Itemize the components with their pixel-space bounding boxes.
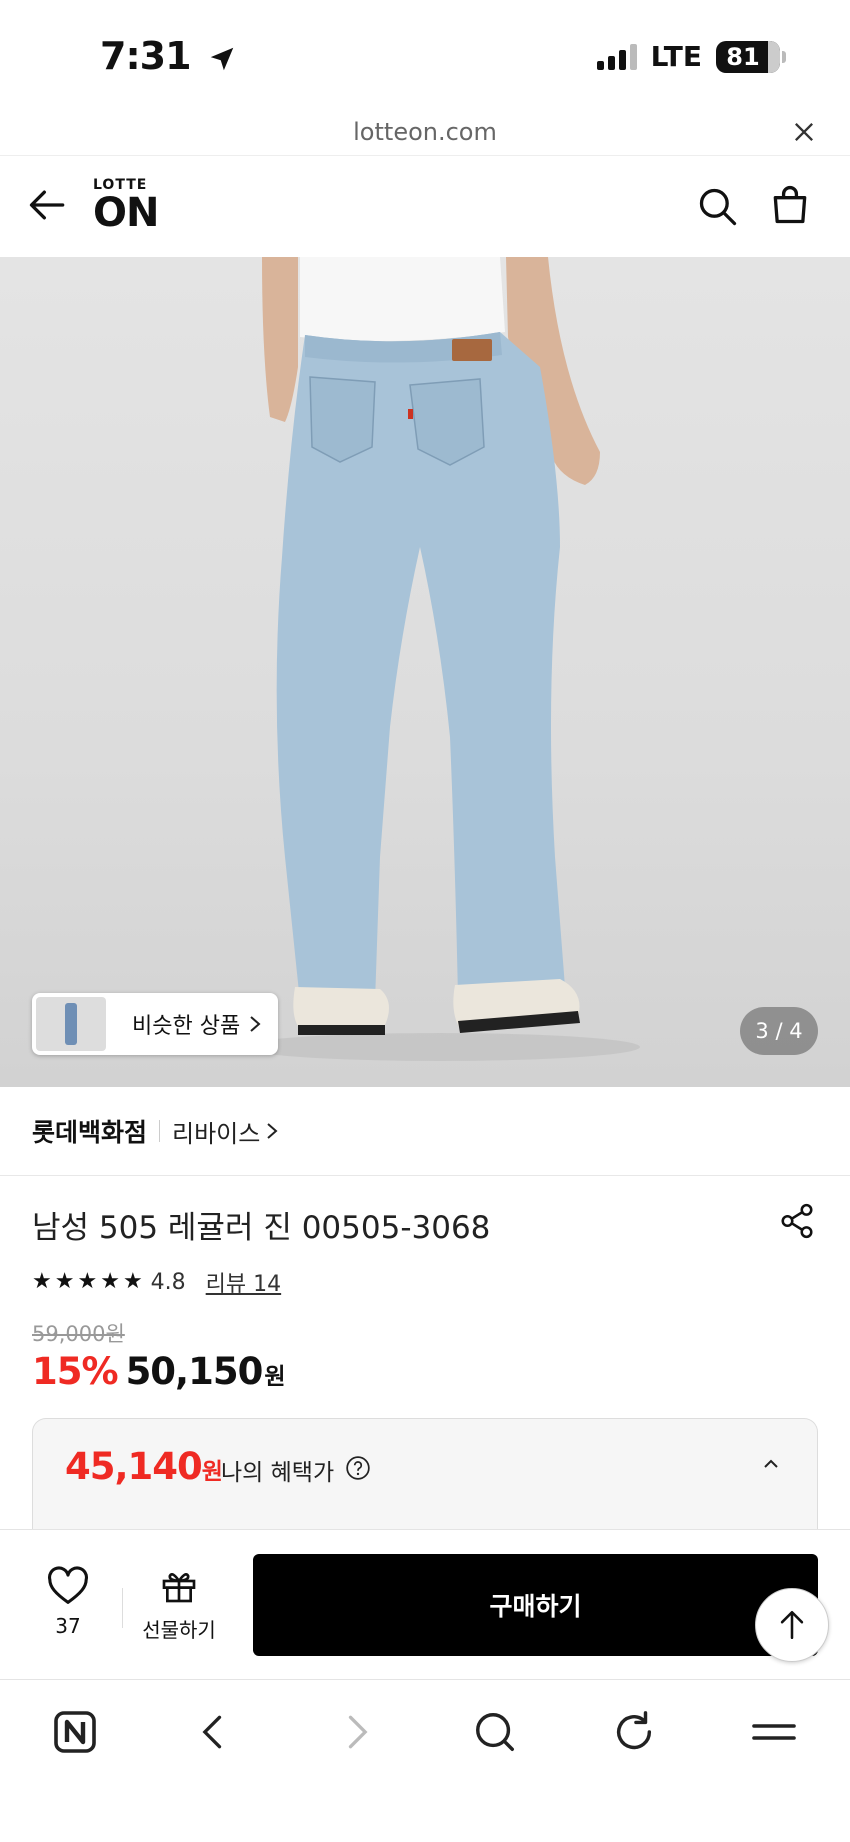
star-icon: ★ — [77, 1269, 98, 1294]
search-icon[interactable] — [696, 185, 740, 229]
logo-main-text: ON — [93, 190, 159, 236]
product-image-gallery[interactable]: 비슷한 상품 3 / 4 — [0, 257, 850, 1087]
my-benefit-price-panel[interactable]: 45,140원 나의 혜택가 — [32, 1418, 818, 1534]
url-text[interactable]: lotteon.com — [0, 118, 850, 146]
browser-back-button[interactable] — [186, 1704, 242, 1760]
status-time: 7:31 — [100, 34, 237, 78]
sale-price-unit: 원 — [264, 1364, 286, 1390]
lotte-on-logo[interactable]: LOTTE ON — [93, 177, 159, 236]
reload-icon — [616, 1711, 652, 1750]
forward-icon — [348, 1715, 368, 1749]
browser-search-button[interactable] — [467, 1704, 523, 1760]
store-brand-row: 롯데백화점 리바이스 — [0, 1087, 850, 1176]
browser-toolbar — [0, 1679, 850, 1842]
chevron-right-icon — [267, 1123, 278, 1139]
buy-button[interactable]: 구매하기 — [253, 1554, 818, 1656]
star-icon: ★ — [54, 1269, 75, 1294]
heart-icon — [48, 1566, 88, 1604]
brand-link[interactable]: 리바이스 — [172, 1114, 260, 1149]
purchase-action-bar: 37 선물하기 구매하기 — [0, 1529, 850, 1679]
similar-products-button[interactable]: 비슷한 상품 — [32, 993, 278, 1055]
benefit-price-unit: 원 — [201, 1459, 223, 1485]
battery-icon: 81 — [716, 40, 786, 73]
back-icon — [202, 1715, 222, 1749]
image-page-indicator: 3 / 4 — [740, 1007, 818, 1055]
store-name[interactable]: 롯데백화점 — [32, 1113, 147, 1149]
arrow-up-icon — [780, 1610, 804, 1640]
original-price: 59,000원 — [32, 1322, 125, 1346]
similar-product-thumbnail — [36, 997, 106, 1051]
help-circle-icon[interactable] — [345, 1455, 371, 1481]
status-indicators: LTE 81 — [596, 40, 786, 73]
browser-reload-button[interactable] — [606, 1704, 662, 1760]
naver-home-button[interactable] — [47, 1704, 103, 1760]
chevron-up-icon[interactable] — [761, 1457, 781, 1471]
app-header: LOTTE ON — [0, 157, 850, 257]
review-link[interactable]: 리뷰 14 — [206, 1266, 281, 1298]
chevron-right-icon — [250, 1016, 261, 1032]
search-icon — [476, 1713, 514, 1751]
discount-rate: 15% — [32, 1350, 119, 1393]
gift-button[interactable]: 선물하기 — [137, 1566, 221, 1643]
shopping-bag-icon[interactable] — [768, 183, 812, 227]
location-arrow-icon — [210, 47, 234, 70]
battery-level: 81 — [726, 42, 760, 71]
like-button[interactable]: 37 — [40, 1566, 96, 1638]
benefit-price: 45,140원 — [65, 1445, 223, 1488]
close-icon[interactable] — [790, 118, 818, 146]
star-icon: ★ — [122, 1269, 143, 1294]
price-row: 15% 50,150 원 — [32, 1350, 286, 1393]
star-icon: ★ — [32, 1269, 52, 1294]
benefit-label: 나의 혜택가 — [221, 1460, 335, 1486]
back-arrow-icon[interactable] — [26, 183, 70, 227]
rating-row: ★ ★ ★ ★ ★ 4.8 리뷰 14 — [32, 1266, 281, 1298]
similar-products-label: 비슷한 상품 — [132, 1014, 241, 1039]
network-label: LTE — [650, 40, 702, 73]
status-bar: 7:31 LTE 81 — [0, 0, 850, 110]
benefit-price-value: 45,140 — [65, 1445, 203, 1488]
signal-icon — [596, 43, 637, 70]
product-title: 남성 505 레귤러 진 00505-3068 — [32, 1210, 491, 1246]
browser-forward-button[interactable] — [328, 1704, 384, 1760]
status-time-text: 7:31 — [100, 34, 192, 78]
like-count: 37 — [55, 1614, 81, 1638]
sale-price: 50,150 — [125, 1350, 264, 1393]
star-rating: ★ ★ ★ ★ ★ — [32, 1271, 143, 1293]
menu-icon — [752, 1724, 796, 1740]
star-icon: ★ — [100, 1269, 120, 1294]
gift-icon — [162, 1573, 196, 1603]
share-icon[interactable] — [778, 1202, 816, 1240]
gift-label: 선물하기 — [142, 1618, 216, 1642]
rating-value: 4.8 — [150, 1269, 186, 1295]
browser-url-bar: lotteon.com — [0, 110, 850, 156]
naver-icon — [54, 1711, 96, 1753]
scroll-to-top-button[interactable] — [755, 1588, 829, 1662]
divider — [159, 1120, 161, 1142]
browser-menu-button[interactable] — [746, 1704, 802, 1760]
divider — [122, 1588, 123, 1628]
product-photo-jeans — [240, 257, 640, 1061]
